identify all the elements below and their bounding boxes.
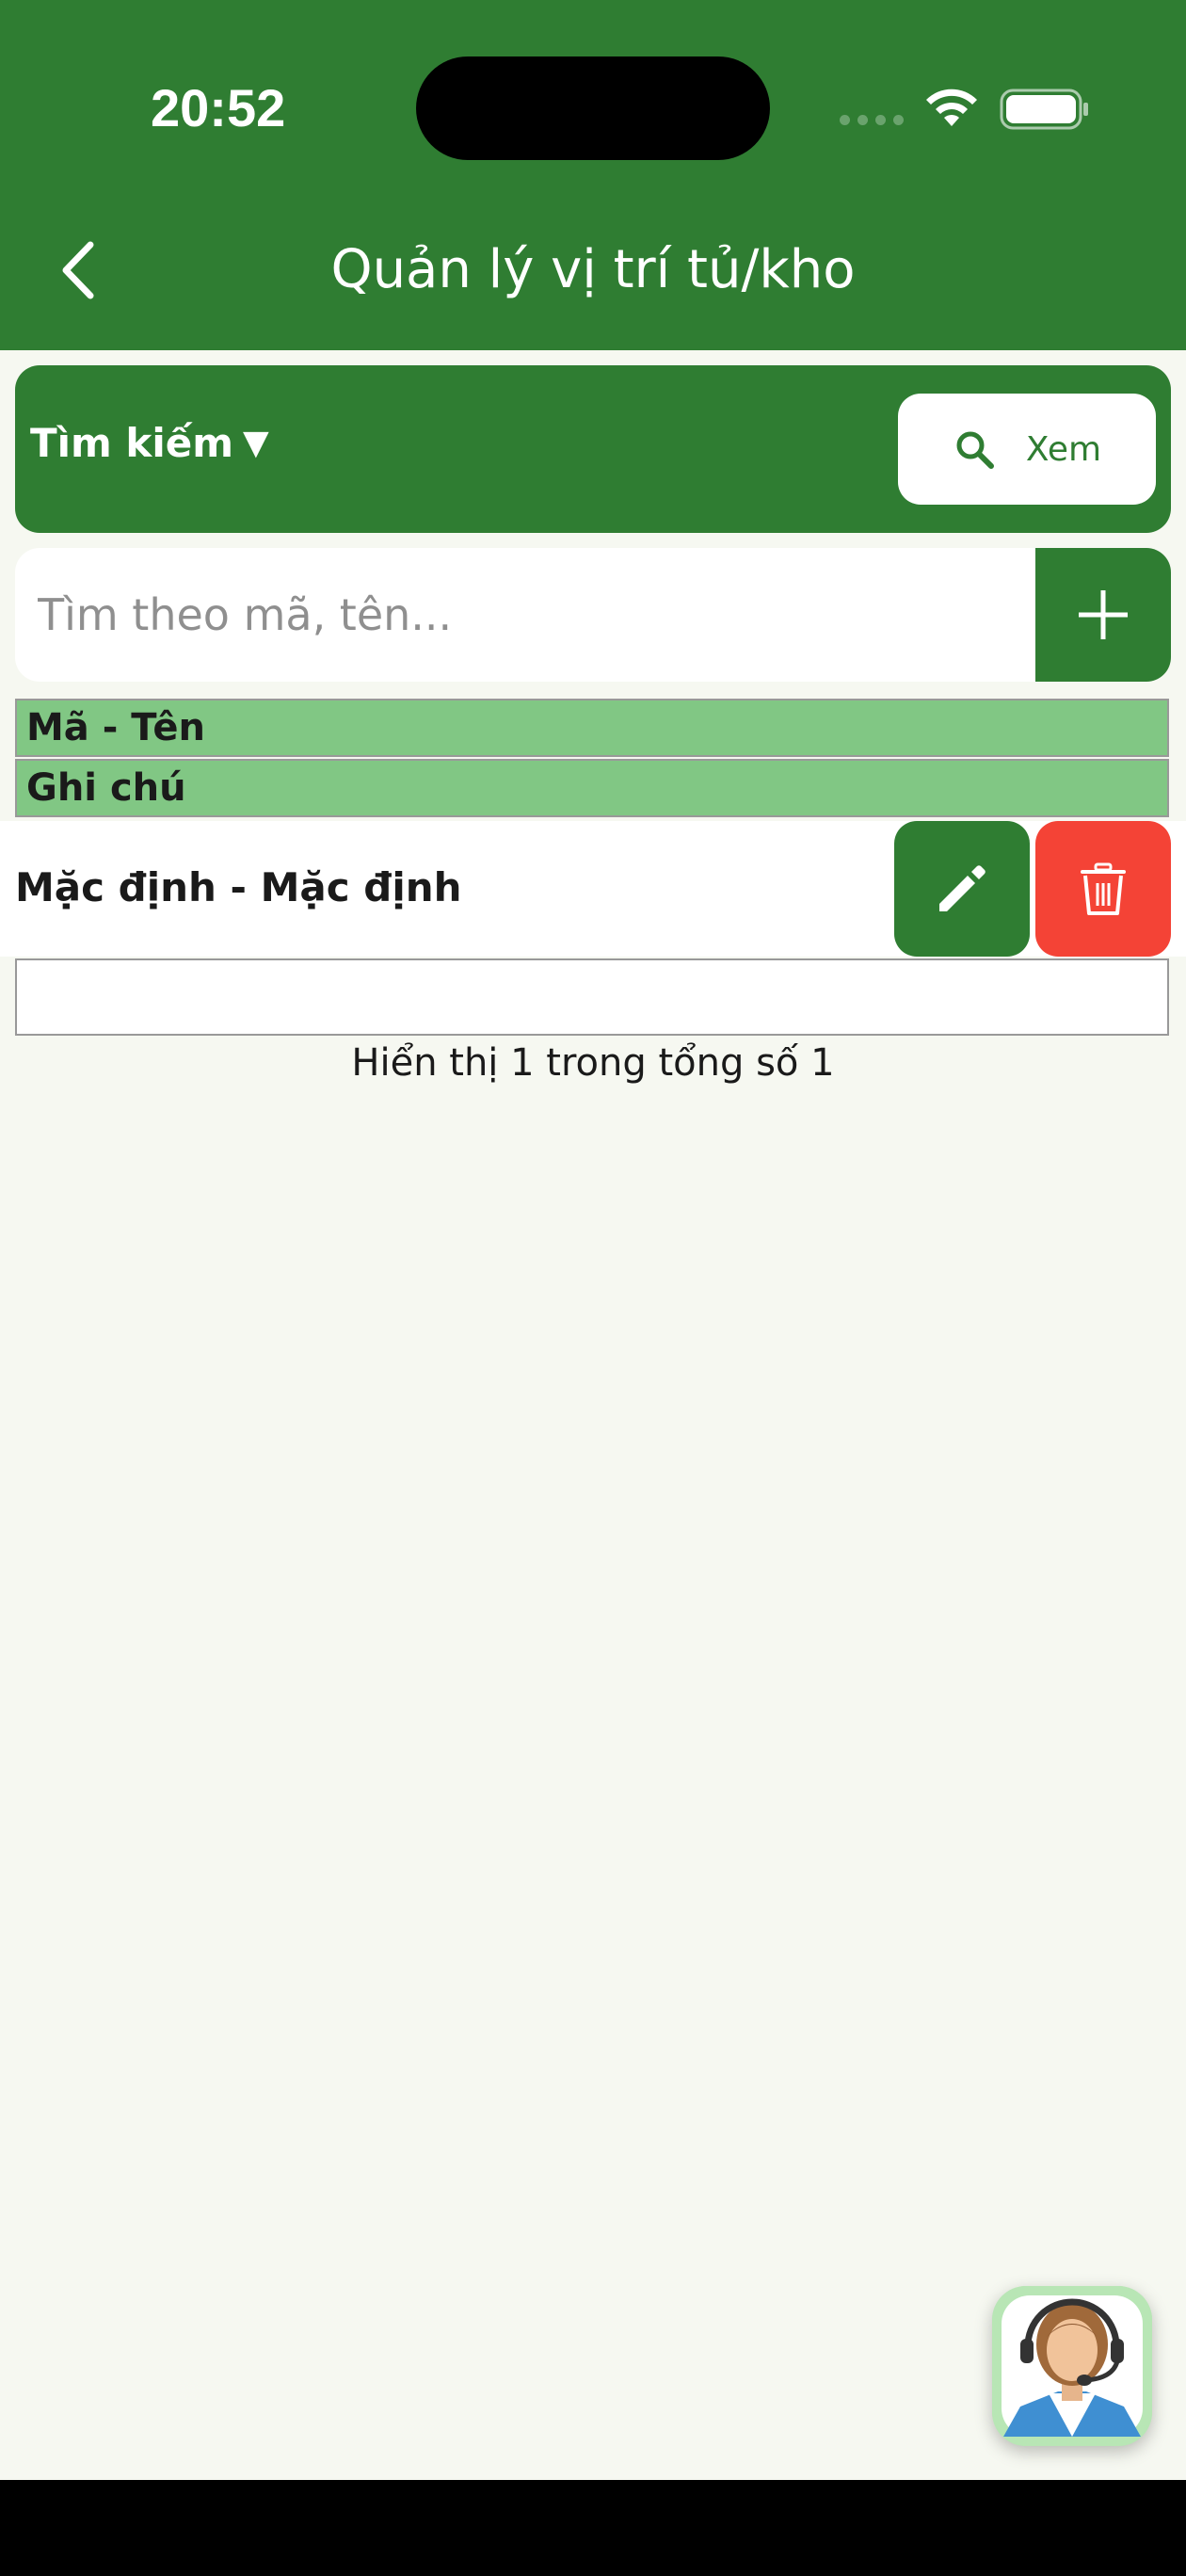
search-toggle[interactable]: Tìm kiếm ▼ bbox=[30, 420, 269, 466]
delete-button[interactable] bbox=[1035, 821, 1171, 957]
search-row bbox=[15, 548, 1171, 682]
caret-down-icon: ▼ bbox=[243, 424, 269, 462]
app-header: 20:52 Quản lý vị trí tủ/kho bbox=[0, 0, 1186, 350]
signal-icon bbox=[840, 115, 906, 126]
trash-icon bbox=[1081, 862, 1126, 915]
support-agent-icon bbox=[992, 2286, 1152, 2446]
bottom-bar bbox=[0, 2480, 1186, 2576]
view-button-label: Xem bbox=[1025, 429, 1102, 469]
battery-icon bbox=[1000, 89, 1088, 130]
column-header-code-name: Mã - Tên bbox=[15, 699, 1169, 757]
row-title: Mặc định - Mặc định bbox=[15, 864, 462, 910]
table-row[interactable]: Mặc định - Mặc định bbox=[0, 821, 1186, 957]
page-title: Quản lý vị trí tủ/kho bbox=[330, 239, 856, 300]
support-agent-button[interactable] bbox=[992, 2286, 1152, 2446]
pencil-icon bbox=[939, 865, 986, 911]
edit-button[interactable] bbox=[894, 821, 1030, 957]
pagination-info: Hiển thị 1 trong tổng số 1 bbox=[351, 1041, 835, 1085]
search-panel: Tìm kiếm ▼ Xem bbox=[15, 365, 1171, 533]
row-note bbox=[15, 958, 1169, 1036]
column-header-note: Ghi chú bbox=[15, 759, 1169, 817]
search-icon bbox=[956, 431, 994, 469]
status-time: 20:52 bbox=[151, 78, 286, 137]
search-input[interactable] bbox=[15, 548, 1035, 682]
add-button[interactable] bbox=[1035, 548, 1171, 682]
view-button[interactable]: Xem bbox=[898, 394, 1156, 505]
wifi-icon bbox=[926, 89, 977, 126]
search-toggle-label: Tìm kiếm bbox=[30, 420, 234, 466]
plus-icon bbox=[1079, 590, 1128, 639]
dynamic-island bbox=[416, 56, 770, 160]
